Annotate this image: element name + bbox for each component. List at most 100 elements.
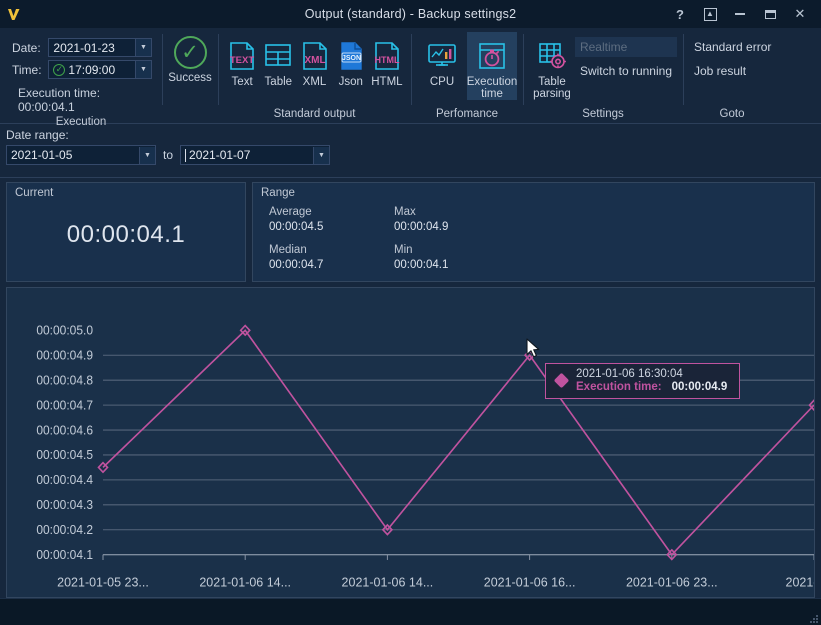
group-title-goto: Goto bbox=[683, 106, 781, 123]
time-label: Time: bbox=[12, 63, 43, 77]
stopwatch-icon bbox=[475, 36, 509, 76]
chevron-down-icon[interactable]: ▼ bbox=[139, 147, 155, 164]
json-label: Json bbox=[339, 76, 363, 88]
svg-text:00:00:04.2: 00:00:04.2 bbox=[36, 523, 93, 537]
window-controls: ? ▲ ✕ bbox=[665, 0, 821, 28]
html-output-button[interactable]: HTML HTML bbox=[369, 32, 405, 100]
realtime-button[interactable]: Realtime bbox=[575, 37, 677, 57]
job-result-button[interactable]: Job result bbox=[689, 61, 776, 81]
success-label: Success bbox=[168, 72, 211, 84]
svg-text:00:00:04.6: 00:00:04.6 bbox=[36, 423, 93, 437]
date-range-to-label: to bbox=[163, 148, 173, 162]
ribbon-toolbar: Date: 2021-01-23 ▼ Time: ✓ 17:09:00 bbox=[0, 28, 821, 123]
maximize-icon[interactable] bbox=[755, 0, 785, 28]
table-parsing-label: Table parsing bbox=[529, 76, 575, 100]
ribbon-group-goto: Standard error Job result Goto bbox=[683, 28, 781, 123]
svg-text:2021-01-05 23...: 2021-01-05 23... bbox=[57, 574, 149, 589]
app-logo-icon bbox=[0, 0, 28, 28]
pin-icon[interactable]: ▲ bbox=[695, 0, 725, 28]
text-output-button[interactable]: TEXT Text bbox=[224, 32, 260, 100]
tooltip-value: 00:00:04.9 bbox=[672, 381, 728, 393]
xml-output-button[interactable]: XML XML bbox=[296, 32, 332, 100]
table-gear-icon bbox=[535, 36, 569, 76]
switch-to-running-button[interactable]: Switch to running bbox=[575, 61, 677, 81]
date-combo[interactable]: 2021-01-23 ▼ bbox=[48, 38, 152, 57]
date-range-from-combo[interactable]: 2021-01-05 ▼ bbox=[6, 145, 156, 165]
range-title: Range bbox=[261, 187, 806, 199]
time-combo[interactable]: ✓ 17:09:00 ▼ bbox=[48, 60, 152, 79]
time-value: 17:09:00 bbox=[68, 63, 115, 77]
date-range-bar: Date range: 2021-01-05 ▼ to 2021-01-07 ▼ bbox=[0, 123, 821, 178]
group-title-performance: Perfomance bbox=[411, 106, 523, 123]
current-value: 00:00:04.1 bbox=[15, 199, 237, 277]
chevron-down-icon[interactable]: ▼ bbox=[313, 147, 329, 164]
group-title-standard-output: Standard output bbox=[218, 106, 411, 123]
svg-text:JSON: JSON bbox=[342, 55, 361, 62]
execution-time-text: Execution time: 00:00:04.1 bbox=[12, 82, 152, 114]
tooltip-key: Execution time: bbox=[576, 381, 662, 393]
svg-text:2021-01-06 16...: 2021-01-06 16... bbox=[484, 574, 576, 589]
json-file-icon: JSON bbox=[334, 36, 368, 76]
success-check-icon: ✓ bbox=[53, 64, 65, 76]
chevron-down-icon[interactable]: ▼ bbox=[135, 61, 151, 78]
ribbon-group-settings: Table parsing Realtime Switch to running… bbox=[523, 28, 683, 123]
cpu-label: CPU bbox=[430, 76, 454, 88]
resize-grip[interactable] bbox=[808, 613, 818, 623]
svg-text:HTML: HTML bbox=[374, 55, 399, 65]
output-window: Output (standard) - Backup settings2 ? ▲… bbox=[0, 0, 821, 625]
success-button[interactable]: ✓ Success bbox=[168, 32, 212, 84]
svg-text:00:00:04.7: 00:00:04.7 bbox=[36, 398, 93, 412]
title-bar: Output (standard) - Backup settings2 ? ▲… bbox=[0, 0, 821, 28]
group-title-execution: Execution bbox=[0, 114, 162, 131]
table-parsing-button[interactable]: Table parsing bbox=[529, 32, 575, 100]
table-output-button[interactable]: Table bbox=[260, 32, 296, 100]
json-output-button[interactable]: JSON Json bbox=[333, 32, 369, 100]
execution-time-label: Execution time bbox=[467, 76, 518, 100]
stat-max: Max 00:00:04.9 bbox=[394, 205, 806, 235]
date-range-to-combo[interactable]: 2021-01-07 ▼ bbox=[180, 145, 330, 165]
execution-time-button[interactable]: Execution time bbox=[467, 32, 517, 100]
svg-text:00:00:04.5: 00:00:04.5 bbox=[36, 448, 93, 462]
svg-text:00:00:04.1: 00:00:04.1 bbox=[36, 548, 93, 562]
standard-error-button[interactable]: Standard error bbox=[689, 37, 776, 57]
svg-text:2021-01-06 14...: 2021-01-06 14... bbox=[199, 574, 291, 589]
ribbon-group-success: ✓ Success bbox=[162, 28, 218, 123]
current-panel: Current 00:00:04.1 bbox=[6, 182, 246, 282]
cpu-button[interactable]: CPU bbox=[417, 32, 467, 100]
svg-text:00:00:04.4: 00:00:04.4 bbox=[36, 473, 93, 487]
minimize-icon[interactable] bbox=[725, 0, 755, 28]
svg-text:00:00:05.0: 00:00:05.0 bbox=[36, 323, 93, 337]
ribbon-group-standard-output: TEXT Text Table bbox=[218, 28, 411, 123]
svg-text:00:00:04.9: 00:00:04.9 bbox=[36, 348, 93, 362]
cpu-monitor-icon bbox=[425, 36, 459, 76]
table-icon bbox=[261, 36, 295, 76]
ribbon-group-execution: Date: 2021-01-23 ▼ Time: ✓ 17:09:00 bbox=[0, 28, 162, 123]
chevron-down-icon[interactable]: ▼ bbox=[135, 39, 151, 56]
date-field-row: Date: 2021-01-23 ▼ bbox=[12, 38, 152, 57]
ribbon-group-performance: CPU Execution time bbox=[411, 28, 523, 123]
date-range-from-value: 2021-01-05 bbox=[7, 148, 139, 162]
help-icon[interactable]: ? bbox=[665, 0, 695, 28]
svg-text:2021-01-06 14...: 2021-01-06 14... bbox=[342, 574, 434, 589]
text-label: Text bbox=[232, 76, 253, 88]
close-icon[interactable]: ✕ bbox=[785, 0, 815, 28]
stat-min: Min 00:00:04.1 bbox=[394, 243, 806, 273]
check-circle-icon: ✓ bbox=[174, 36, 207, 69]
stat-average: Average 00:00:04.5 bbox=[269, 205, 394, 235]
execution-time-chart[interactable]: 00:00:05.0 00:00:04.9 00:00:04.8 00:00:04.7… bbox=[6, 287, 815, 598]
svg-text:2021-01-06 23...: 2021-01-06 23... bbox=[626, 574, 718, 589]
group-title-settings: Settings bbox=[523, 106, 683, 123]
date-label: Date: bbox=[12, 41, 43, 55]
svg-text:00:00:04.8: 00:00:04.8 bbox=[36, 373, 93, 387]
time-field-row: Time: ✓ 17:09:00 ▼ bbox=[12, 60, 152, 79]
current-title: Current bbox=[15, 187, 237, 199]
chart-tooltip: 2021-01-06 16:30:04 Execution time: 00:0… bbox=[545, 363, 740, 399]
table-label: Table bbox=[265, 76, 293, 88]
series-marker-icon bbox=[554, 373, 570, 389]
svg-text:TEXT: TEXT bbox=[230, 55, 254, 66]
date-range-to-value: 2021-01-07 bbox=[189, 148, 250, 162]
text-caret bbox=[185, 149, 186, 162]
stats-row: Current 00:00:04.1 Range Average 00:00:0… bbox=[0, 178, 821, 282]
svg-text:2021-01-0: 2021-01-0 bbox=[786, 574, 814, 589]
chart-canvas[interactable]: 00:00:05.0 00:00:04.9 00:00:04.8 00:00:04.7… bbox=[7, 288, 814, 597]
